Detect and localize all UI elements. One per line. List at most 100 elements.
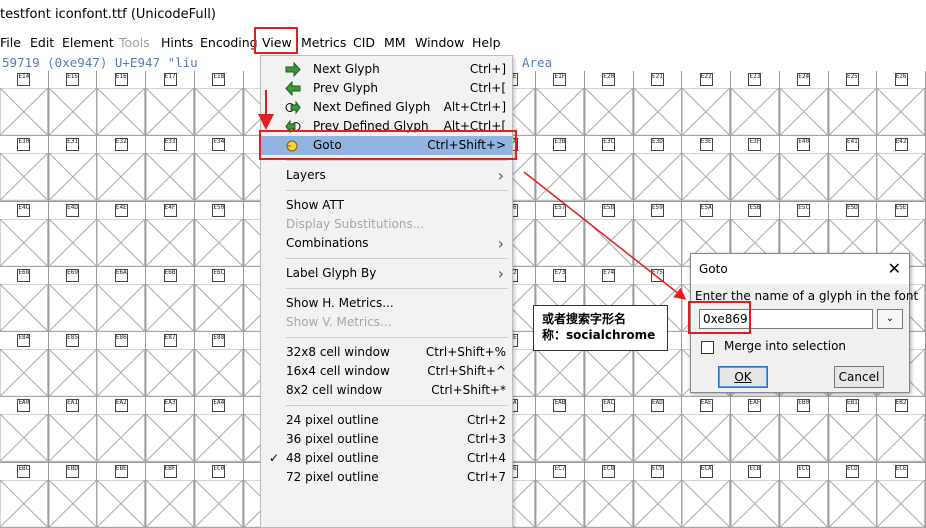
menu-mm[interactable]: MM [384,32,406,54]
glyph-cell[interactable]: E85 [48,332,98,398]
menu-item-32x8-cell-window[interactable]: 32x8 cell window Ctrl+Shift+% [261,343,512,362]
menu-item-36-pixel-outline[interactable]: 36 pixel outline Ctrl+3 [261,430,512,449]
glyph-cell[interactable]: E32 [97,136,147,202]
menu-file[interactable]: File [0,32,21,54]
glyph-cell[interactable]: EAE [682,397,732,463]
glyph-cell[interactable]: EBE [97,462,147,528]
glyph-cell[interactable]: E4F [146,201,195,267]
glyph-cell[interactable]: E30 [0,136,49,202]
glyph-cell[interactable]: E57 [536,201,585,267]
glyph-cell[interactable]: E50 [194,201,244,267]
glyph-cell[interactable]: E88 [194,332,244,398]
glyph-cell[interactable]: EAD [633,397,683,463]
glyph-cell[interactable]: ECE [877,462,926,528]
glyph-cell[interactable]: E4C [0,201,49,267]
glyph-cell[interactable]: E3D [633,136,683,202]
glyph-cell[interactable]: E22 [682,71,732,137]
close-icon[interactable]: ✕ [888,254,901,284]
glyph-cell[interactable]: EC0 [194,462,244,528]
menu-item-layers[interactable]: Layers › [261,166,512,185]
glyph-cell[interactable]: E4D [48,201,98,267]
menu-hints[interactable]: Hints [161,32,193,54]
menu-item-next-glyph[interactable]: Next Glyph Ctrl+] [261,60,512,79]
glyph-cell[interactable]: E6A [97,266,147,333]
glyph-cell[interactable]: ECC [779,462,829,528]
glyph-cell[interactable]: EC8 [584,462,634,528]
glyph-cell[interactable]: E84 [0,332,49,398]
menu-metrics[interactable]: Metrics [301,32,346,54]
glyph-cell[interactable]: E23 [731,71,780,137]
glyph-cell[interactable]: E14 [0,71,49,137]
glyph-cell[interactable]: E41 [828,136,878,202]
glyph-cell[interactable]: EA0 [0,397,49,463]
glyph-cell[interactable]: EBD [48,462,98,528]
glyph-cell[interactable]: E42 [877,136,926,202]
cancel-button[interactable]: Cancel [834,366,884,388]
glyph-cell[interactable]: E3C [584,136,634,202]
glyph-cell[interactable]: E20 [584,71,634,137]
glyph-cell[interactable]: E16 [97,71,147,137]
glyph-cell[interactable]: E87 [146,332,195,398]
glyph-cell[interactable]: E18 [194,71,244,137]
glyph-cell[interactable]: E24 [779,71,829,137]
glyph-cell[interactable]: E3B [536,136,585,202]
glyph-cell[interactable]: E26 [877,71,926,137]
glyph-cell[interactable]: EB2 [877,397,926,463]
glyph-cell[interactable]: E3E [682,136,732,202]
glyph-cell[interactable]: E6C [194,266,244,333]
menu-item-label-glyph-by[interactable]: Label Glyph By › [261,264,512,283]
menu-item-48-pixel-outline[interactable]: ✓ 48 pixel outline Ctrl+4 [261,449,512,468]
glyph-cell[interactable]: EBC [0,462,49,528]
glyph-cell[interactable]: E25 [828,71,878,137]
menu-item-next-defined-glyph[interactable]: Next Defined Glyph Alt+Ctrl+] [261,98,512,117]
glyph-cell[interactable]: EC7 [536,462,585,528]
glyph-cell[interactable]: EAC [584,397,634,463]
menu-encoding[interactable]: Encoding [200,32,258,54]
glyph-cell[interactable]: E3F [731,136,780,202]
glyph-cell[interactable]: E15 [48,71,98,137]
glyph-cell[interactable]: ECD [828,462,878,528]
glyph-cell[interactable]: ECA [682,462,732,528]
glyph-cell[interactable]: E86 [97,332,147,398]
glyph-cell[interactable]: E6B [146,266,195,333]
menu-edit[interactable]: Edit [30,32,54,54]
glyph-cell[interactable]: EBF [146,462,195,528]
menu-element[interactable]: Element [62,32,114,54]
glyph-cell[interactable]: E21 [633,71,683,137]
glyph-cell[interactable]: E33 [146,136,195,202]
menu-help[interactable]: Help [472,32,501,54]
glyph-cell[interactable]: E1F [536,71,585,137]
glyph-cell[interactable]: EA1 [48,397,98,463]
menu-cid[interactable]: CID [353,32,375,54]
menu-item-24-pixel-outline[interactable]: 24 pixel outline Ctrl+2 [261,411,512,430]
menu-window[interactable]: Window [415,32,464,54]
glyph-cell[interactable]: E31 [48,136,98,202]
glyph-cell[interactable]: E59 [633,201,683,267]
menu-item-16x4-cell-window[interactable]: 16x4 cell window Ctrl+Shift+^ [261,362,512,381]
glyph-cell[interactable]: E34 [194,136,244,202]
glyph-cell[interactable]: EB0 [779,397,829,463]
glyph-cell[interactable]: E69 [48,266,98,333]
menu-item-prev-glyph[interactable]: Prev Glyph Ctrl+[ [261,79,512,98]
glyph-cell[interactable]: EC9 [633,462,683,528]
glyph-cell[interactable]: EB1 [828,397,878,463]
glyph-cell[interactable]: E58 [584,201,634,267]
menu-item-8x2-cell-window[interactable]: 8x2 cell window Ctrl+Shift+* [261,381,512,400]
chevron-down-icon[interactable]: ⌄ [877,309,903,329]
menu-item-combinations[interactable]: Combinations › [261,234,512,253]
glyph-cell[interactable]: E17 [146,71,195,137]
glyph-cell[interactable]: EA2 [97,397,147,463]
glyph-cell[interactable]: EAF [731,397,780,463]
menu-item-show-h-metrics[interactable]: Show H. Metrics... [261,294,512,313]
merge-checkbox[interactable] [701,341,714,354]
glyph-cell[interactable]: E4E [97,201,147,267]
menu-item-72-pixel-outline[interactable]: 72 pixel outline Ctrl+7 [261,468,512,487]
glyph-cell[interactable]: EA4 [194,397,244,463]
glyph-cell[interactable]: E68 [0,266,49,333]
glyph-cell[interactable]: E40 [779,136,829,202]
glyph-cell[interactable]: EA3 [146,397,195,463]
glyph-cell[interactable]: EAB [536,397,585,463]
menu-item-show-att[interactable]: Show ATT [261,196,512,215]
ok-button[interactable]: OK [718,366,768,388]
glyph-cell[interactable]: ECB [731,462,780,528]
